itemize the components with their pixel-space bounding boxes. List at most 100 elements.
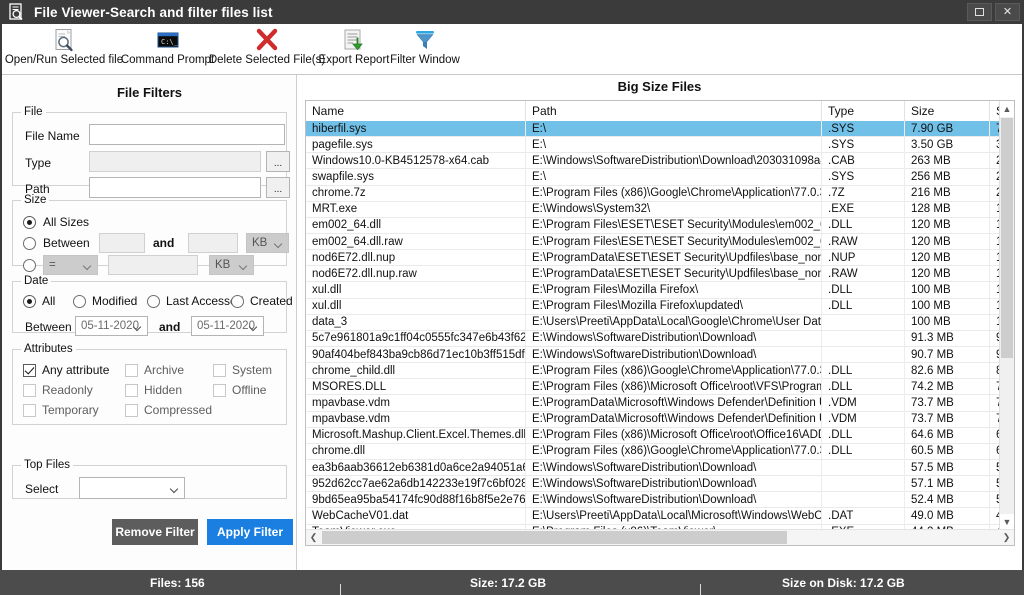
size-operator-select[interactable]: = <box>43 255 98 275</box>
table-row[interactable]: xul.dll E:\Program Files\Mozilla Firefox\… <box>306 281 999 299</box>
radio-date-created[interactable] <box>231 295 244 308</box>
cell-name: hiberfil.sys <box>306 121 526 137</box>
radio-date-last-accessed[interactable] <box>147 295 160 308</box>
column-header-size[interactable]: Size <box>905 101 990 121</box>
checkbox-system[interactable] <box>213 364 226 377</box>
type-browse-button[interactable]: ... <box>266 151 290 172</box>
table-row[interactable]: hiberfil.sysE:\.SYS7.90 GB7.90 G <box>306 121 999 138</box>
table-row[interactable]: 90af404bef843ba9cb86d71ec10b3ff515df5e21… <box>306 346 999 364</box>
vertical-scroll-thumb[interactable] <box>1001 118 1013 358</box>
cell-size-on-disk: 90.8 M <box>990 347 999 363</box>
cell-type: .DAT <box>822 507 905 524</box>
cell-size-on-disk: 52.5 M <box>990 492 999 508</box>
checkbox-hidden[interactable] <box>125 384 138 397</box>
cell-size: 7.90 GB <box>905 121 990 137</box>
file-name-input[interactable] <box>89 124 285 145</box>
checkbox-compressed[interactable] <box>125 404 138 417</box>
checkbox-any-attribute[interactable] <box>23 364 36 377</box>
radio-date-all[interactable] <box>23 295 36 308</box>
table-row[interactable]: 5c7e961801a9c1ff04c0555fc347e6b43f6294e4… <box>306 330 999 347</box>
toolbar-label: Command Prompt <box>120 54 215 66</box>
table-row[interactable]: em002_64.dll.raw E:\Program Files\ESET\ES… <box>306 233 999 251</box>
column-header-name[interactable]: Name <box>306 101 526 121</box>
cell-type: .DLL <box>822 378 905 395</box>
cell-path: E:\Windows\SoftwareDistribution\Download… <box>526 346 822 363</box>
table-row[interactable]: mpavbase.vdm E:\ProgramData\Microsoft\Win… <box>306 411 999 428</box>
type-input[interactable] <box>89 151 261 172</box>
scroll-left-icon[interactable]: ❮ <box>306 530 321 545</box>
table-row[interactable]: chrome_child.dll E:\Program Files (x86)\G… <box>306 362 999 380</box>
table-row[interactable]: xul.dll E:\Program Files\Mozilla Firefox\… <box>306 298 999 315</box>
checkbox-archive[interactable] <box>125 364 138 377</box>
maximize-button[interactable] <box>967 3 992 21</box>
table-row[interactable]: nod6E72.dll.nup E:\ProgramData\ESET\ESET … <box>306 249 999 267</box>
file-list-grid[interactable]: Name Path Type Size Size o hiberfil.sysE… <box>305 100 1015 546</box>
horizontal-scrollbar[interactable]: ❮ ❯ <box>306 529 1014 545</box>
size-between-unit-select[interactable]: KB <box>246 233 289 253</box>
scroll-down-icon[interactable]: ▼ <box>1000 514 1014 530</box>
toolbar-delete-selected-files[interactable]: Delete Selected File(s) <box>209 26 325 73</box>
radio-date-modified[interactable] <box>73 295 86 308</box>
size-and-label: and <box>153 236 175 250</box>
cell-size-on-disk: 82.6 M <box>990 363 999 379</box>
close-button[interactable]: ✕ <box>995 3 1020 21</box>
date-to-picker[interactable]: 05-11-2020 <box>191 316 264 336</box>
radio-all-sizes[interactable] <box>23 216 36 229</box>
radio-size-between[interactable] <box>23 237 36 250</box>
table-row[interactable]: swapfile.sysE:\.SYS256 MB256 M <box>306 169 999 186</box>
size-operator-unit-select[interactable]: KB <box>209 255 254 275</box>
table-row[interactable]: MRT.exeE:\Windows\System32\.EXE128 MB128… <box>306 201 999 218</box>
table-row[interactable]: Microsoft.Mashup.Client.Excel.Themes.dll… <box>306 427 999 444</box>
top-files-select[interactable] <box>79 477 185 499</box>
size-between-to-input[interactable] <box>188 233 238 253</box>
table-row[interactable]: data_3 E:\Users\Preeti\AppData\Local\Goog… <box>306 314 999 331</box>
date-from-picker[interactable]: 05-11-2020 <box>75 316 148 336</box>
scroll-up-icon[interactable]: ▲ <box>1000 101 1014 117</box>
table-row[interactable]: em002_64.dll E:\Program Files\ESET\ESET S… <box>306 217 999 234</box>
remove-filter-button[interactable]: Remove Filter <box>112 519 198 545</box>
application-window: File Viewer-Search and filter files list… <box>0 0 1024 595</box>
temporary-label: Temporary <box>42 403 99 417</box>
apply-filter-button[interactable]: Apply Filter <box>207 519 293 545</box>
checkbox-offline[interactable] <box>213 384 226 397</box>
size-between-from-input[interactable] <box>99 233 145 253</box>
table-row[interactable]: 9bd65ea95ba54174fc90d88f16b8f5e2e760c7a0… <box>306 491 999 509</box>
cell-size: 120 MB <box>905 217 990 234</box>
table-row[interactable]: chrome.dll E:\Program Files (x86)\Google\… <box>306 443 999 460</box>
cell-size-on-disk: 128 M <box>990 201 999 217</box>
scroll-right-icon[interactable]: ❯ <box>999 530 1014 545</box>
table-row[interactable]: chrome.7z E:\Program Files (x86)\Google\C… <box>306 185 999 202</box>
size-group-legend: Size <box>24 194 47 206</box>
size-operator-amount-input[interactable] <box>108 255 198 275</box>
vertical-scrollbar[interactable]: ▲ ▼ <box>999 101 1014 530</box>
console-window-icon: C:\_ <box>155 26 181 53</box>
cell-name: Microsoft.Mashup.Client.Excel.Themes.dll <box>306 427 526 444</box>
toolbar-command-prompt[interactable]: C:\_ Command Prompt <box>120 26 215 73</box>
toolbar-open-run-selected-file[interactable]: Open/Run Selected file <box>5 26 123 73</box>
cell-name: 952d62cc7ae62a6db142233e19f7c6bf0282701f <box>306 475 526 492</box>
date-from-value: 05-11-2020 <box>81 320 139 332</box>
file-group-legend: File <box>24 106 43 118</box>
table-row[interactable]: WebCacheV01.dat E:\Users\Preeti\AppData\L… <box>306 507 999 525</box>
cell-size-on-disk: 91.3 M <box>990 330 999 346</box>
table-row[interactable]: Windows10.0-KB4512578-x64.cab E:\Windows\… <box>306 152 999 170</box>
table-row[interactable]: mpavbase.vdm E:\ProgramData\Microsoft\Win… <box>306 394 999 412</box>
column-header-type[interactable]: Type <box>822 101 905 121</box>
column-header-path[interactable]: Path <box>526 101 822 121</box>
table-row[interactable]: pagefile.sysE:\.SYS3.50 GB3.50 G <box>306 136 999 154</box>
cell-size: 82.6 MB <box>905 362 990 379</box>
table-row[interactable]: nod6E72.dll.nup.raw E:\ProgramData\ESET\E… <box>306 265 999 283</box>
table-row[interactable]: 952d62cc7ae62a6db142233e19f7c6bf0282701f… <box>306 475 999 493</box>
checkbox-readonly[interactable] <box>23 384 36 397</box>
table-row[interactable]: ea3b6aab36612eb6381d0a6ce2a94051a6cfca6a… <box>306 459 999 477</box>
cell-type: .NUP <box>822 249 905 266</box>
toolbar-filter-window[interactable]: Filter Window <box>389 26 461 73</box>
toolbar-export-report[interactable]: Export Report <box>319 26 389 73</box>
checkbox-temporary[interactable] <box>23 404 36 417</box>
horizontal-scroll-thumb[interactable] <box>322 531 787 544</box>
radio-size-operator[interactable] <box>23 259 36 272</box>
cell-name: em002_64.dll <box>306 217 526 234</box>
table-row[interactable]: MSORES.DLL E:\Program Files (x86)\Microso… <box>306 378 999 396</box>
cell-path: E:\ <box>526 136 822 153</box>
cell-path: E:\Program Files (x86)\Microsoft Office\… <box>526 378 822 395</box>
